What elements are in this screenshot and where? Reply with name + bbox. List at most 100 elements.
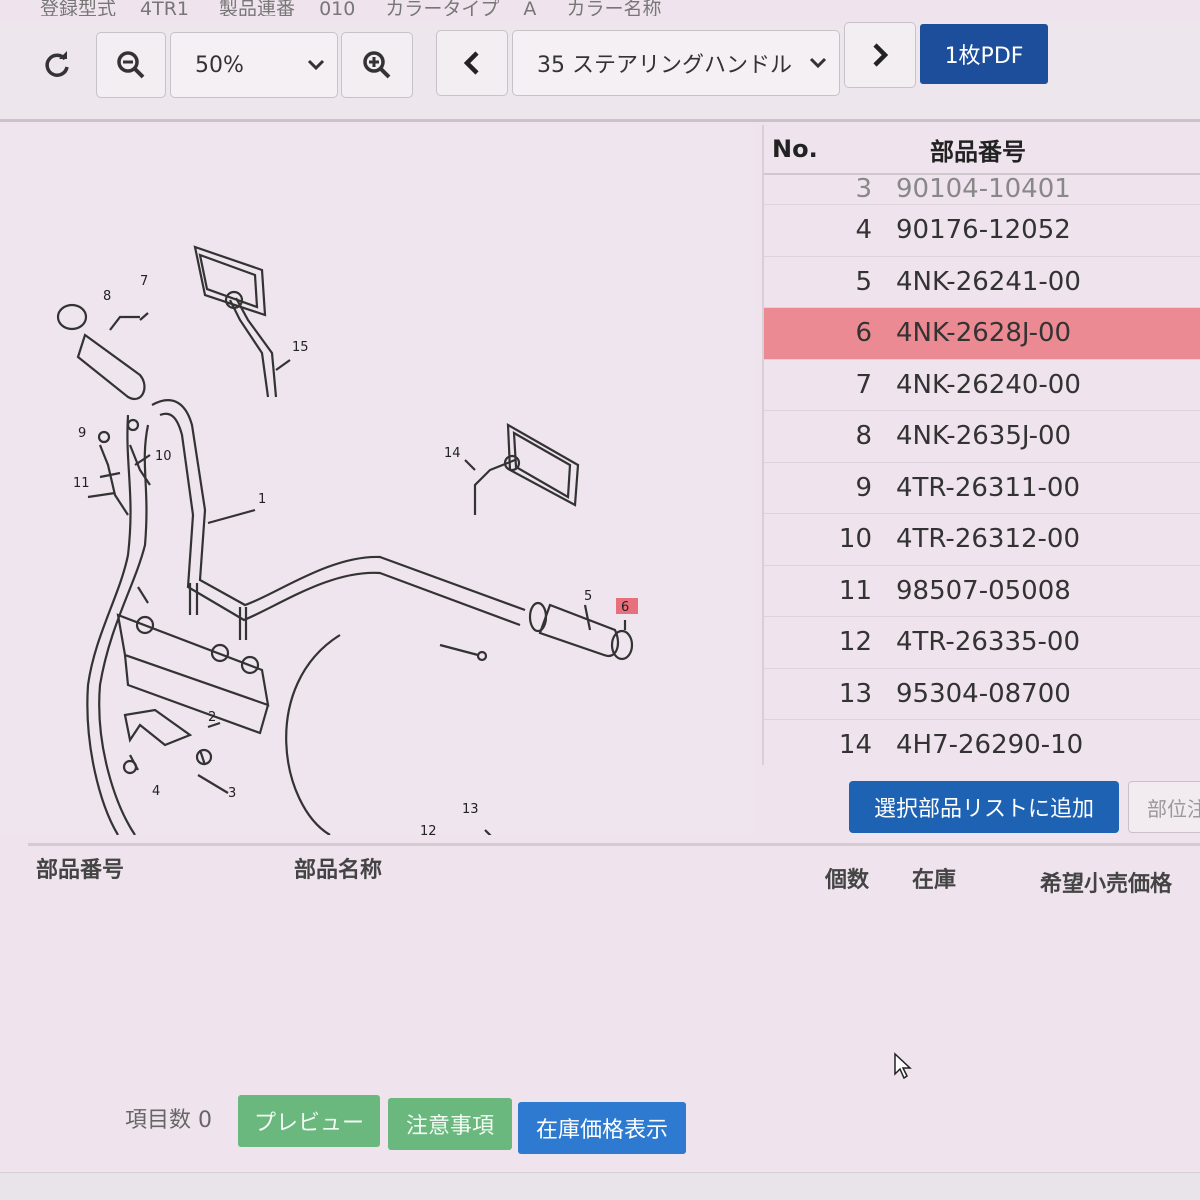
- parts-table-row[interactable]: 12 4TR-26335-00: [764, 617, 1200, 669]
- parts-table-row[interactable]: 7 4NK-26240-00: [764, 360, 1200, 411]
- callout-6[interactable]: 6: [621, 600, 629, 615]
- item-count-text: 項目数: [125, 1108, 192, 1133]
- preview-button[interactable]: プレビュー: [238, 1095, 380, 1147]
- parts-diagram: 1 2 3 4 5 6 7 8 9 10 11 12 13 14 15: [0, 125, 755, 835]
- model-value: 4TR1: [140, 0, 189, 16]
- callout-3[interactable]: 3: [228, 786, 236, 801]
- row-no: 4: [855, 215, 872, 246]
- parts-table-row[interactable]: 11 98507-05008: [764, 566, 1200, 617]
- parts-table-body: 3 90104-10401 4 90176-12052 5 4NK-26241-00 6 4N…: [764, 175, 1200, 765]
- os-taskbar: [0, 1172, 1200, 1200]
- row-part-number: 4TR-26312-00: [896, 524, 1080, 555]
- col-header-no: No.: [772, 135, 818, 163]
- color-type-value: A: [523, 0, 537, 16]
- parts-table-row[interactable]: 10 4TR-26312-00: [764, 514, 1200, 566]
- parts-table-row[interactable]: 9 4TR-26311-00: [764, 463, 1200, 514]
- parts-table-row[interactable]: 13 95304-08700: [764, 669, 1200, 720]
- callout-7[interactable]: 7: [140, 274, 148, 289]
- list-col-part-name: 部品名称: [294, 858, 383, 883]
- callout-1[interactable]: 1: [258, 492, 266, 507]
- callout-12[interactable]: 12: [420, 824, 437, 835]
- refresh-icon: [45, 51, 69, 77]
- callout-5[interactable]: 5: [584, 589, 592, 604]
- callout-9[interactable]: 9: [78, 426, 86, 441]
- zoom-select[interactable]: 50%: [170, 32, 338, 98]
- parts-table: No. 部品番号 3 90104-10401 4 90176-12052 5 4NK-26…: [762, 125, 1200, 765]
- row-part-number: 90104-10401: [896, 175, 1071, 204]
- list-col-qty: 個数: [825, 868, 870, 893]
- chevron-down-icon: [809, 57, 827, 69]
- model-info-bar: 登録型式 4TR1 製品連番 010 カラータイプ A カラー名称: [40, 0, 1140, 16]
- col-header-part-number: 部品番号: [930, 137, 1026, 166]
- parts-table-row[interactable]: 3 90104-10401: [764, 175, 1200, 205]
- zoom-out-button[interactable]: [96, 32, 166, 98]
- add-to-selected-list-button[interactable]: 選択部品リストに追加: [849, 781, 1119, 833]
- bottom-action-bar: 項目数 0 プレビュー 注意事項 在庫価格表示: [0, 1090, 1200, 1160]
- row-no: 3: [855, 175, 872, 204]
- callout-15[interactable]: 15: [292, 340, 309, 355]
- parts-table-row[interactable]: 14 4H7-26290-10: [764, 720, 1200, 765]
- zoom-out-icon: [117, 51, 145, 79]
- row-no: 7: [855, 369, 872, 400]
- row-no: 14: [838, 730, 872, 761]
- chevron-left-icon: [463, 51, 479, 75]
- parts-table-row[interactable]: 8 4NK-2635J-00: [764, 411, 1200, 463]
- row-part-number: 90176-12052: [896, 215, 1071, 246]
- row-part-number: 4H7-26290-10: [896, 730, 1084, 761]
- left-grip-outline: [76, 333, 146, 400]
- refresh-button[interactable]: [24, 32, 90, 98]
- row-part-number: 4NK-2635J-00: [896, 421, 1072, 452]
- row-no: 5: [855, 266, 872, 297]
- prev-section-button[interactable]: [436, 30, 508, 96]
- position-notes-button[interactable]: 部位注: [1128, 781, 1200, 833]
- row-no: 8: [855, 421, 872, 452]
- callout-13[interactable]: 13: [462, 802, 479, 817]
- serial-label: 製品連番: [219, 0, 296, 16]
- callout-10[interactable]: 10: [155, 449, 172, 464]
- right-grip-outline: [538, 603, 620, 658]
- zoom-in-icon: [363, 51, 391, 79]
- parts-table-row[interactable]: 5 4NK-26241-00: [764, 257, 1200, 308]
- row-part-number: 4NK-2628J-00: [896, 318, 1072, 349]
- zoom-in-button[interactable]: [341, 32, 413, 98]
- zoom-value: 50%: [195, 52, 244, 78]
- mouse-cursor-icon: [894, 1052, 912, 1080]
- row-no: 6: [855, 318, 872, 349]
- row-part-number: 4TR-26311-00: [896, 472, 1080, 503]
- next-section-button[interactable]: [844, 22, 916, 88]
- row-part-number: 4NK-26241-00: [896, 266, 1081, 297]
- notes-button[interactable]: 注意事項: [388, 1098, 512, 1150]
- parts-table-row[interactable]: 4 90176-12052: [764, 205, 1200, 257]
- list-col-stock: 在庫: [912, 868, 957, 893]
- row-no: 13: [838, 678, 872, 709]
- item-count-value: 0: [198, 1108, 213, 1133]
- row-no: 10: [838, 524, 872, 555]
- row-no: 12: [838, 627, 872, 658]
- section-divider: [28, 843, 1200, 846]
- model-label: 登録型式: [40, 0, 117, 16]
- parts-table-header: No. 部品番号: [764, 125, 1200, 175]
- row-no: 11: [838, 575, 872, 606]
- section-select[interactable]: 35 ステアリングハンドル: [512, 30, 840, 96]
- chevron-down-icon: [307, 59, 325, 71]
- color-type-label: カラータイプ: [385, 0, 500, 16]
- row-part-number: 95304-08700: [896, 678, 1071, 709]
- parts-table-row[interactable]: 6 4NK-2628J-00: [764, 308, 1200, 360]
- chevron-right-icon: [873, 43, 889, 67]
- list-col-part-number: 部品番号: [36, 858, 125, 883]
- color-name-label: カラー名称: [566, 0, 662, 16]
- single-pdf-button[interactable]: 1枚PDF: [920, 24, 1048, 84]
- handlebar-diagram-svg: 1 2 3 4 5 6 7 8 9 10 11 12 13 14 15: [56, 245, 638, 835]
- callout-2[interactable]: 2: [208, 710, 216, 725]
- callout-14[interactable]: 14: [444, 446, 461, 461]
- list-col-price: 希望小売価格: [1040, 872, 1173, 897]
- section-value: 35 ステアリングハンドル: [537, 53, 792, 78]
- callout-4[interactable]: 4: [152, 784, 160, 799]
- callout-8[interactable]: 8: [103, 289, 111, 304]
- toolbar: 50% 35 ステアリングハンドル 1枚PDF: [0, 22, 1200, 122]
- serial-value: 010: [319, 0, 356, 16]
- stock-price-button[interactable]: 在庫価格表示: [518, 1102, 686, 1154]
- row-part-number: 4NK-26240-00: [896, 369, 1081, 400]
- row-no: 9: [855, 472, 872, 503]
- callout-11[interactable]: 11: [73, 476, 90, 491]
